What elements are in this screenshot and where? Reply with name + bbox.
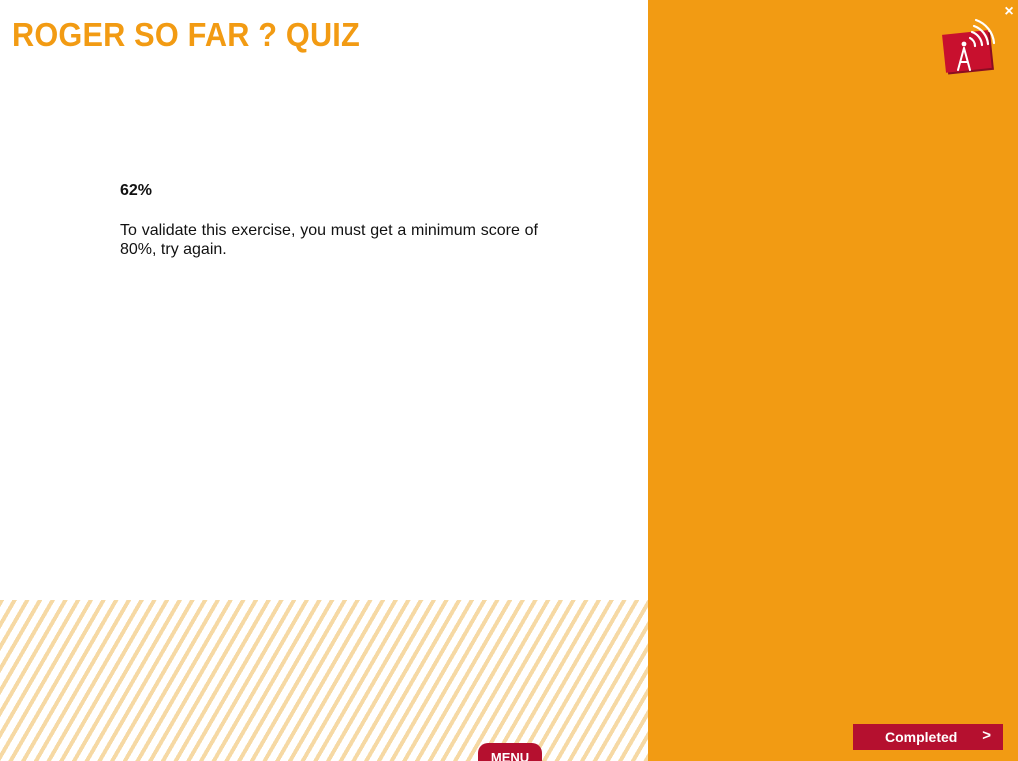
page-title: ROGER SO FAR ? QUIZ <box>12 16 360 53</box>
result-message: To validate this exercise, you must get … <box>120 222 538 258</box>
score-value: 62% <box>120 182 153 199</box>
quiz-page: ROGER SO FAR ? QUIZ 62% To validate this… <box>0 0 1018 761</box>
close-icon[interactable]: × <box>1001 3 1017 21</box>
content-panel: ROGER SO FAR ? QUIZ 62% To validate this… <box>0 0 648 761</box>
menu-button[interactable]: MENU <box>478 743 542 761</box>
radio-tower-icon <box>942 18 996 75</box>
completed-button[interactable]: Completed > <box>853 724 1003 750</box>
decorative-stripes <box>0 600 648 761</box>
side-panel <box>648 0 1018 761</box>
chevron-right-icon: > <box>982 727 991 744</box>
completed-label: Completed <box>885 729 958 745</box>
